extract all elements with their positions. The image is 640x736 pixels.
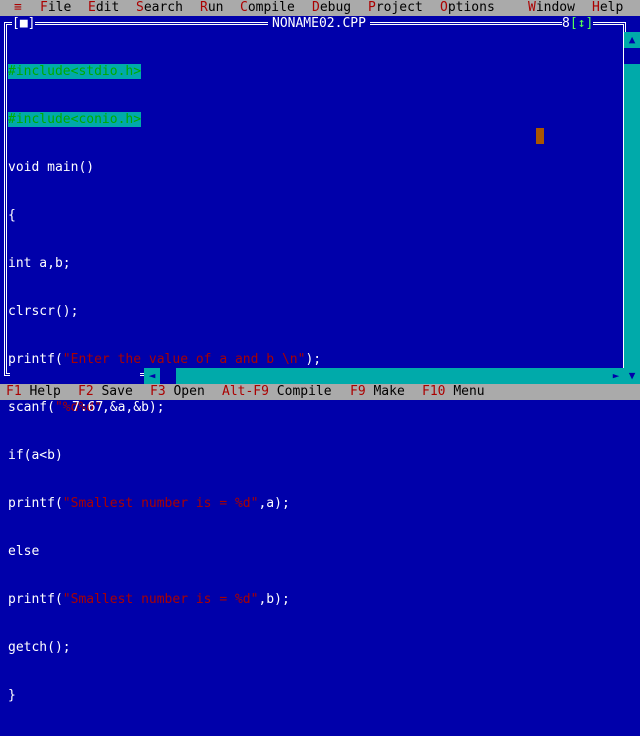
code-text: ); <box>305 352 322 367</box>
status-make[interactable]: F9 Make <box>350 384 405 400</box>
code-text: printf( <box>8 352 63 367</box>
code-text: else <box>8 544 40 559</box>
menu-run[interactable]: Run <box>200 0 223 16</box>
menu-project[interactable]: Project <box>368 0 423 16</box>
code-text: ,a); <box>258 496 290 511</box>
code-line: getch(); <box>8 640 321 656</box>
status-save[interactable]: F2 Save <box>78 384 133 400</box>
close-box-button[interactable]: [■] <box>12 16 36 32</box>
menu-edit[interactable]: Edit <box>88 0 119 16</box>
menu-help[interactable]: Help <box>592 0 623 16</box>
code-text: if(a<b) <box>8 448 63 463</box>
code-text: printf( <box>8 496 63 511</box>
code-line: #include<conio.h> <box>8 112 321 128</box>
window-controls: 8[↕] <box>562 16 594 32</box>
window-title: NONAME02.CPP <box>268 16 370 32</box>
code-line: printf("Smallest number is = %d",b); <box>8 592 321 608</box>
text-cursor <box>536 128 544 144</box>
menu-bar: ≡ File Edit Search Run Compile Debug Pro… <box>0 0 640 16</box>
vertical-scrollbar[interactable]: ▲ ▼ <box>624 32 640 384</box>
zoom-box-button[interactable]: [↕] <box>570 16 593 31</box>
scroll-right-icon[interactable]: ► <box>608 368 624 384</box>
code-text: int a,b; <box>8 256 71 271</box>
editor-window: [■] NONAME02.CPP 8[↕] #include<stdio.h> … <box>0 16 640 703</box>
status-bar: F1 Help F2 Save F3 Open Alt-F9 Compile F… <box>0 384 640 400</box>
code-text: { <box>8 208 16 223</box>
code-line: #include<stdio.h> <box>8 64 321 80</box>
status-compile[interactable]: Alt-F9 Compile <box>222 384 332 400</box>
code-text: clrscr(); <box>8 304 79 319</box>
status-menu[interactable]: F10 Menu <box>422 384 485 400</box>
string-literal: "Smallest number is = %d" <box>62 592 259 607</box>
code-line: scanf("%d%d",&a,&b); <box>8 400 321 416</box>
code-text: printf( <box>8 592 63 607</box>
menu-window[interactable]: Window <box>528 0 575 16</box>
scroll-down-icon[interactable]: ▼ <box>624 368 640 384</box>
menu-compile[interactable]: Compile <box>240 0 295 16</box>
code-line: } <box>8 688 321 704</box>
code-line: printf("Smallest number is = %d",a); <box>8 496 321 512</box>
scroll-left-icon[interactable]: ◄ <box>144 368 160 384</box>
code-line: int a,b; <box>8 256 321 272</box>
code-text: } <box>8 688 16 703</box>
scroll-up-icon[interactable]: ▲ <box>624 32 640 48</box>
menu-debug[interactable]: Debug <box>312 0 351 16</box>
line-column-readout: 7:67 <box>72 400 104 415</box>
code-line: clrscr(); <box>8 304 321 320</box>
code-text: ,&a,&b); <box>101 400 165 415</box>
code-line: printf("Enter the value of a and b \n"); <box>8 352 321 368</box>
menu-file[interactable]: File <box>40 0 71 16</box>
preprocessor-directive: #include<conio.h> <box>8 112 142 127</box>
code-line: void main() <box>8 160 321 176</box>
system-menu-icon[interactable]: ≡ <box>14 0 22 16</box>
code-text: getch(); <box>8 640 71 655</box>
horizontal-scroll-thumb[interactable] <box>160 368 176 384</box>
preprocessor-directive: #include<stdio.h> <box>8 64 142 79</box>
string-literal: "Enter the value of a and b \n" <box>62 352 306 367</box>
cursor-position-indicator: * 7:67 <box>10 368 140 415</box>
code-line: if(a<b) <box>8 448 321 464</box>
code-line: else <box>8 544 321 560</box>
status-help[interactable]: F1 Help <box>6 384 61 400</box>
vertical-scroll-thumb[interactable] <box>624 48 640 64</box>
window-number: 8 <box>562 16 570 31</box>
menu-search[interactable]: Search <box>136 0 183 16</box>
code-text: ,b); <box>258 592 290 607</box>
status-open[interactable]: F3 Open <box>150 384 205 400</box>
code-text: void main() <box>8 160 95 175</box>
horizontal-scrollbar[interactable]: ◄ ► <box>144 368 624 384</box>
string-literal: "Smallest number is = %d" <box>62 496 259 511</box>
menu-options[interactable]: Options <box>440 0 495 16</box>
code-line: { <box>8 208 321 224</box>
